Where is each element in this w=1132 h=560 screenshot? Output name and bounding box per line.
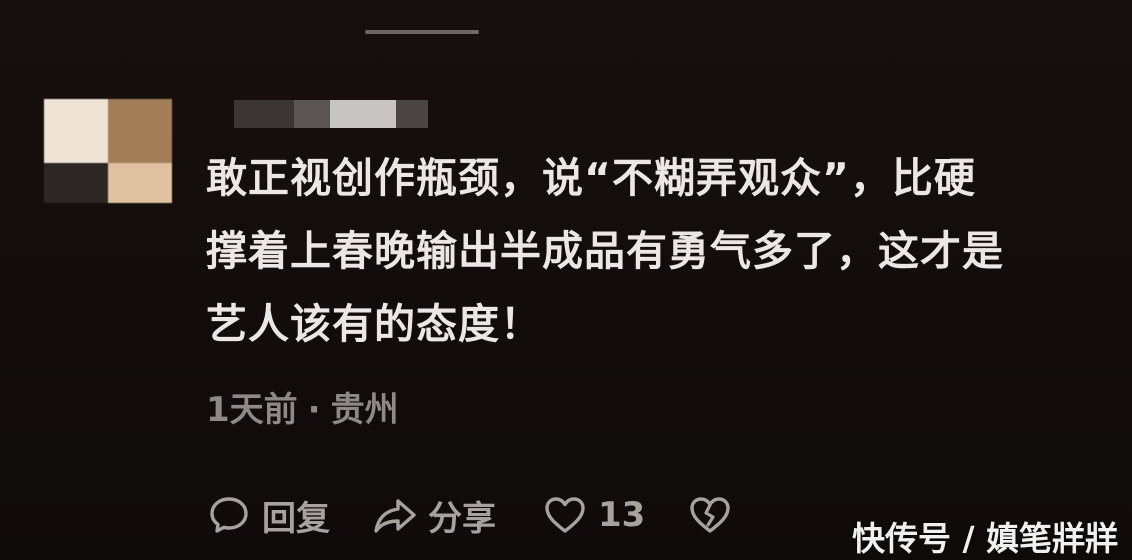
comment-line-3: 艺人该有的态度！ [206, 300, 542, 348]
comment-text: 敢正视创作瓶颈，说“不糊弄观众”，比硬 撑着上春晚输出半成品有勇气多了，这才是 … [206, 142, 1106, 361]
speech-bubble-icon [206, 492, 252, 538]
meta-separator: · [307, 390, 321, 430]
share-arrow-icon [372, 492, 418, 538]
comment-meta: 1天前 · 贵州 [206, 386, 399, 434]
username-mosaic-block [396, 100, 428, 128]
avatar-mosaic-tile [44, 99, 108, 163]
watermark: 快传号 / 嫃笔牂牂 [851, 519, 1118, 558]
avatar[interactable] [44, 99, 172, 203]
avatar-mosaic-tile [108, 99, 172, 163]
avatar-mosaic-tile [44, 163, 108, 203]
comment-location: 贵州 [330, 390, 399, 430]
reply-label: 回复 [262, 498, 330, 539]
dislike-button[interactable] [687, 492, 733, 538]
action-bar: 回复 分享 13 [206, 490, 773, 540]
comment-time: 1天前 [206, 390, 298, 430]
sheet-grabber-handle[interactable] [365, 30, 479, 34]
comment-screen: 敢正视创作瓶颈，说“不糊弄观众”，比硬 撑着上春晚输出半成品有勇气多了，这才是 … [0, 0, 1132, 560]
like-button[interactable]: 13 [542, 492, 645, 538]
comment-line-2: 撑着上春晚输出半成品有勇气多了，这才是 [206, 227, 1004, 275]
share-label: 分享 [428, 498, 496, 539]
avatar-mosaic-tile [108, 163, 172, 203]
share-button[interactable]: 分享 [372, 491, 496, 540]
username-mosaic-block [234, 100, 294, 128]
broken-heart-icon [687, 492, 733, 538]
username-mosaic-block [330, 100, 396, 128]
reply-button[interactable]: 回复 [206, 491, 330, 540]
username-blurred[interactable] [234, 100, 428, 128]
username-mosaic-block [294, 100, 330, 128]
heart-icon [542, 492, 588, 538]
like-count: 13 [598, 495, 646, 535]
comment-line-1: 敢正视创作瓶颈，说“不糊弄观众”，比硬 [206, 154, 976, 202]
